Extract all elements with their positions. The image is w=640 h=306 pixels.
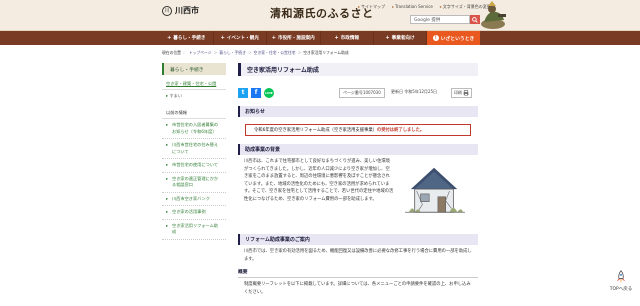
print-label: 印刷 — [454, 90, 462, 95]
sidebar-subcategory-link[interactable]: すまい — [162, 90, 226, 102]
print-button[interactable]: 印刷 — [451, 88, 472, 98]
outline-heading: 概要 — [238, 268, 478, 279]
sidebar-item[interactable]: 川西市営住宅の住み替えについて — [162, 139, 226, 159]
breadcrumb-link[interactable]: トップページ — [189, 50, 212, 56]
notice-text: 令和6年度の空き家活用リフォーム助成（空き家活用支援事業） — [254, 128, 377, 133]
plus-icon: + — [334, 35, 339, 41]
sidebar-category-link[interactable]: 空き家・建築・住宅・公園 — [162, 75, 226, 90]
sidebar-item[interactable]: 川西市空き家バンク — [162, 193, 226, 206]
sidebar-item[interactable]: 空き家の活用事例 — [162, 206, 226, 220]
background-text: 川西市は、これまで住宅都市として良好なまちづくりが進み、美しい住環境がつくられて… — [244, 159, 394, 202]
city-name: 川西市 — [175, 5, 199, 15]
breadcrumb-link[interactable]: 暮らし・手続き — [219, 50, 246, 56]
translation-link[interactable]: Translation Service — [392, 4, 433, 10]
site-header: 川 川西市 清和源氏のふるさと サイトマップ Translation Servi… — [0, 0, 640, 31]
emergency-label: いざというとき — [440, 36, 475, 42]
plus-icon: + — [271, 35, 276, 41]
twitter-icon: t — [241, 89, 245, 96]
page-top-label: TOPへ戻る — [609, 287, 633, 292]
notice-closed-text: の受付は終了しました。 — [376, 128, 425, 133]
sidebar-item[interactable]: 市営住宅の使用について — [162, 159, 226, 173]
plus-icon: + — [385, 35, 390, 41]
facebook-share-button[interactable]: f — [251, 87, 261, 98]
nav-label: イベント・観光 — [226, 36, 259, 41]
emergency-button[interactable]: ! いざというとき — [427, 31, 480, 45]
sidebar-item[interactable]: 空き家の適正管理にかかる相談窓口 — [162, 173, 226, 193]
page-id: ページ番号1007030 — [339, 88, 385, 98]
sidebar: 暮らし・手続き 空き家・建築・住宅・公園 すまい 以前の情報 市営住宅の入居者募… — [162, 63, 226, 240]
page-title: 空き家活用リフォーム助成 — [238, 63, 478, 76]
breadcrumb-label: 現在の位置 — [162, 50, 181, 55]
summary-text: 川西市では、空き家の有効活用を図るため、機能回復又は設備改善に必要な改修工事を行… — [244, 249, 472, 262]
sidebar-section-title: 以前の情報 — [162, 108, 226, 119]
notice-box: 令和6年度の空き家活用リフォーム助成（空き家活用支援事業） の受付は終了しました。 — [245, 124, 471, 136]
plus-icon: + — [220, 35, 225, 41]
main-content: 空き家活用リフォーム助成 t f LINE ページ番号1007030 更新日 令… — [238, 63, 478, 295]
sidebar-item[interactable]: 空き家活用リフォーム助成 — [162, 220, 226, 240]
updated-date: 更新日 令和5年12月25日 — [391, 89, 437, 94]
nav-item-events[interactable]: + イベント・観光 — [214, 31, 267, 45]
vacant-house-illustration — [405, 167, 465, 213]
breadcrumb: 現在の位置： トップページ＞ 暮らし・手続き＞ 空き家・住宅・公営住宅＞ 空き家… — [162, 50, 349, 56]
printer-icon — [463, 90, 469, 96]
outline-text: 制度概要リーフレットを以下に掲載しています。詳細については、各メニューごとの申請… — [244, 282, 471, 295]
notice-heading: お知らせ — [238, 106, 478, 117]
breadcrumb-current: 空き家活用リフォーム助成 — [303, 50, 349, 55]
facebook-icon: f — [254, 89, 258, 96]
sidebar-item[interactable]: 市営住宅の入居者募集のお知らせ（令和6年度） — [162, 119, 226, 139]
rocket-up-icon — [616, 270, 626, 284]
nav-label: 市政情報 — [340, 36, 360, 41]
background-heading: 助成事業の背景 — [238, 144, 478, 155]
line-share-button[interactable]: LINE — [264, 87, 274, 98]
plus-icon: + — [167, 35, 172, 41]
city-emblem-icon: 川 — [162, 5, 172, 16]
utility-links: サイトマップ Translation Service 文字サイズ・背景色の変更 — [358, 4, 491, 10]
twitter-share-button[interactable]: t — [238, 87, 248, 98]
line-icon: LINE — [265, 90, 273, 95]
summary-heading: リフォーム助成事業のご案内 — [238, 234, 478, 245]
page-top-button[interactable]: TOPへ戻る — [606, 270, 636, 302]
search-input[interactable]: Google 提供 — [410, 15, 470, 24]
nav-item-business[interactable]: + 事業者向け — [374, 31, 427, 45]
nav-label: 事業者向け — [391, 36, 415, 41]
sitemap-link[interactable]: サイトマップ — [358, 4, 385, 10]
breadcrumb-link[interactable]: 空き家・住宅・公営住宅 — [254, 50, 296, 56]
nav-item-living[interactable]: + 暮らし・手続き — [160, 31, 214, 45]
alert-icon: ! — [432, 35, 439, 41]
nav-item-policy[interactable]: + 市政情報 — [321, 31, 374, 45]
nav-label: 市役所・施設案内 — [277, 36, 315, 41]
share-row: t f LINE ページ番号1007030 更新日 令和5年12月25日 印刷 — [238, 87, 478, 98]
nav-label: 暮らし・手続き — [173, 36, 206, 41]
mascot-illustration — [481, 1, 506, 29]
nav-item-facilities[interactable]: + 市役所・施設案内 — [267, 31, 321, 45]
site-logo[interactable]: 川 川西市 — [162, 5, 199, 16]
sidebar-heading[interactable]: 暮らし・手続き — [162, 63, 226, 75]
